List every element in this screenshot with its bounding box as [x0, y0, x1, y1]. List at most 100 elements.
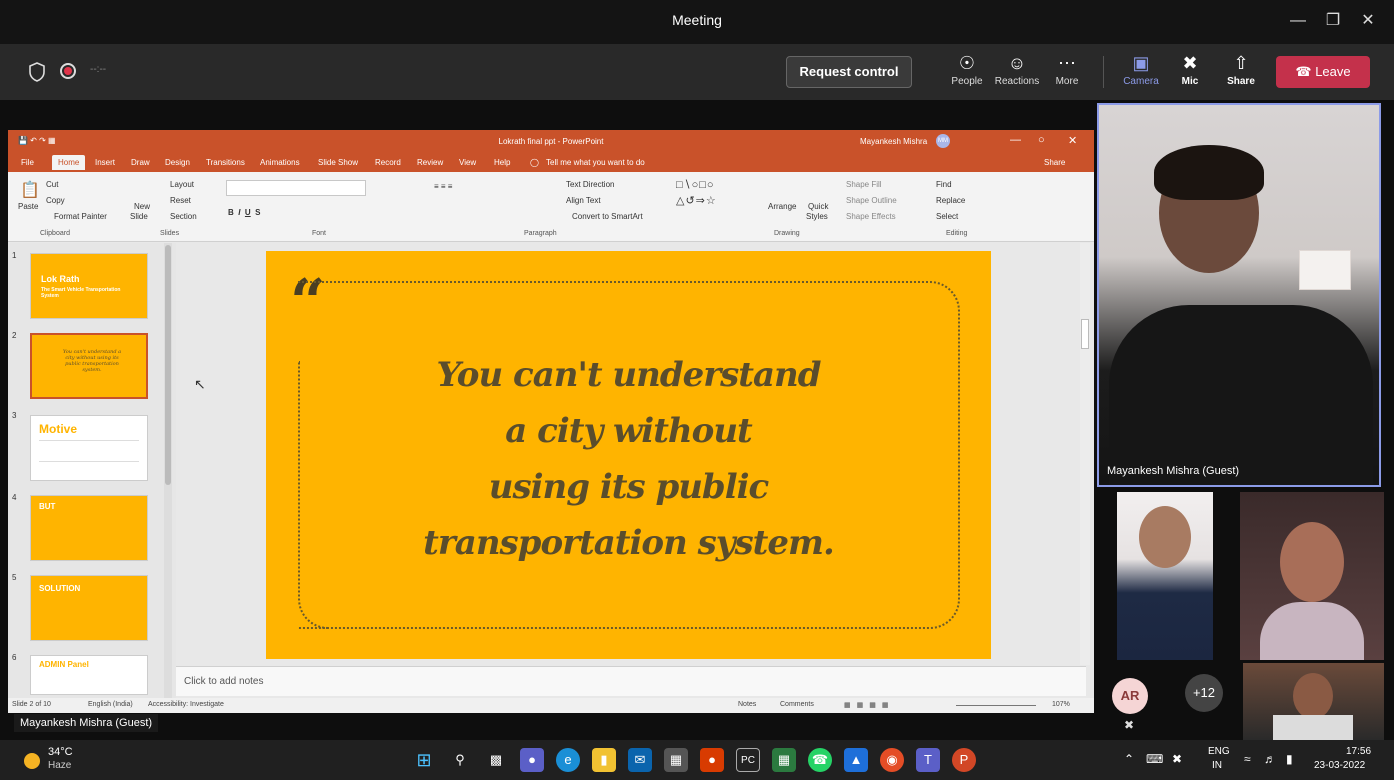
tab-animations[interactable]: Animations [260, 158, 300, 167]
font-name-select[interactable] [226, 180, 366, 196]
windows-start-icon[interactable]: ⊞ [412, 748, 436, 772]
battery-icon[interactable]: ▮ [1286, 752, 1293, 766]
tab-record[interactable]: Record [375, 158, 401, 167]
minimize-icon[interactable]: — [1283, 8, 1313, 34]
office-icon[interactable]: ● [700, 748, 724, 772]
comments-toggle[interactable]: Comments [780, 701, 814, 708]
ppt-close-icon[interactable]: ✕ [1068, 134, 1077, 147]
app-icon[interactable]: ▲ [844, 748, 868, 772]
tab-home[interactable]: Home [52, 155, 86, 170]
maximize-icon[interactable]: ❐ [1318, 8, 1348, 34]
slide-thumbnail-4[interactable]: BUT [30, 495, 148, 561]
share-button[interactable]: ⇧ Share [1216, 50, 1266, 87]
format-painter-button[interactable]: Format Painter [54, 212, 107, 221]
tab-file[interactable]: File [21, 158, 34, 167]
text-direction-button[interactable]: Text Direction [566, 180, 614, 189]
quick-styles-button-2[interactable]: Styles [806, 212, 828, 221]
keyboard-icon[interactable]: ⌨ [1146, 752, 1163, 766]
shape-fill-button[interactable]: Shape Fill [846, 180, 882, 189]
paste-button[interactable]: Paste [18, 202, 38, 211]
clock-date[interactable]: 23-03-2022 [1314, 760, 1365, 771]
tab-help[interactable]: Help [494, 158, 510, 167]
ppt-share-button[interactable]: Share [1044, 158, 1065, 167]
tab-insert[interactable]: Insert [95, 158, 115, 167]
powerpoint-icon[interactable]: P [952, 748, 976, 772]
language-2[interactable]: IN [1212, 760, 1222, 771]
store-icon[interactable]: ▦ [664, 748, 688, 772]
weather-temp[interactable]: 34°C [48, 746, 73, 758]
copy-button[interactable]: Copy [46, 196, 65, 205]
people-button[interactable]: ☉ People [942, 50, 992, 87]
task-view-icon[interactable]: ▩ [484, 748, 508, 772]
slide-thumbnail-2[interactable]: You can't understand a city without usin… [30, 333, 148, 399]
slide-thumbnail-3[interactable]: Motive [30, 415, 148, 481]
teams-icon[interactable]: T [916, 748, 940, 772]
language-1[interactable]: ENG [1208, 746, 1230, 757]
convert-smartart-button[interactable]: Convert to SmartArt [572, 212, 643, 221]
current-slide[interactable]: “ You can't understand a city without us… [266, 251, 991, 659]
section-button[interactable]: Section [170, 212, 197, 221]
search-icon[interactable]: ⚲ [448, 748, 472, 772]
ppt-restore-icon[interactable]: ○ [1038, 134, 1045, 146]
slide-thumbnail-1[interactable]: Lok Rath The Smart Vehicle Transportatio… [30, 253, 148, 319]
tab-design[interactable]: Design [165, 158, 190, 167]
select-button[interactable]: Select [936, 212, 958, 221]
bold-icon[interactable]: B I U S [228, 208, 260, 217]
mail-icon[interactable]: ✉ [628, 748, 652, 772]
tab-view[interactable]: View [459, 158, 476, 167]
volume-icon[interactable]: ♬ [1264, 752, 1276, 766]
view-buttons[interactable]: ▦▦▦▦ [844, 701, 894, 709]
replace-button[interactable]: Replace [936, 196, 965, 205]
wifi-icon[interactable]: ≈ [1244, 752, 1251, 766]
mic-button[interactable]: ✖ Mic [1165, 50, 1215, 87]
calculator-icon[interactable]: ▦ [772, 748, 796, 772]
new-slide-button-2[interactable]: Slide [130, 212, 148, 221]
language-status[interactable]: English (India) [88, 701, 133, 708]
arrange-button[interactable]: Arrange [768, 202, 796, 211]
more-participants-button[interactable]: +12 [1185, 674, 1223, 712]
shapes-gallery-2[interactable]: △↺⇒☆ [676, 194, 717, 207]
participant-video-3[interactable] [1240, 492, 1384, 660]
tab-draw[interactable]: Draw [131, 158, 150, 167]
whatsapp-icon[interactable]: ☎ [808, 748, 832, 772]
paragraph-icons[interactable]: ≡ ≡ ≡ [434, 182, 452, 191]
edge-icon[interactable]: e [556, 748, 580, 772]
chrome-icon[interactable]: ◉ [880, 748, 904, 772]
cut-button[interactable]: Cut [46, 180, 58, 189]
zoom-slider[interactable] [956, 705, 1036, 706]
chevron-up-icon[interactable]: ⌃ [1124, 752, 1134, 766]
find-button[interactable]: Find [936, 180, 952, 189]
align-text-button[interactable]: Align Text [566, 196, 601, 205]
slide-scrollbar[interactable] [1080, 243, 1090, 665]
shapes-gallery[interactable]: □∖○□○ [676, 178, 715, 191]
shape-outline-button[interactable]: Shape Outline [846, 196, 897, 205]
zoom-level[interactable]: 107% [1052, 701, 1070, 708]
clock-time[interactable]: 17:56 [1346, 746, 1371, 757]
weather-desc[interactable]: Haze [48, 760, 71, 771]
participant-video-4[interactable] [1243, 663, 1384, 740]
tab-slide-show[interactable]: Slide Show [318, 158, 358, 167]
slide-thumbnail-5[interactable]: SOLUTION [30, 575, 148, 641]
notes-pane[interactable]: Click to add notes [176, 666, 1086, 696]
tab-review[interactable]: Review [417, 158, 443, 167]
mic-muted-tray-icon[interactable]: ✖ [1172, 752, 1182, 766]
tell-me-search[interactable]: Tell me what you want to do [546, 158, 645, 167]
chat-icon[interactable]: ● [520, 748, 544, 772]
tab-transitions[interactable]: Transitions [206, 158, 245, 167]
layout-button[interactable]: Layout [170, 180, 194, 189]
participant-avatar[interactable]: AR [1112, 678, 1148, 714]
new-slide-button[interactable]: New [134, 202, 150, 211]
ppt-minimize-icon[interactable]: — [1010, 134, 1021, 146]
participant-video-main[interactable]: Mayankesh Mishra (Guest) [1097, 103, 1381, 487]
reactions-button[interactable]: ☺ Reactions [992, 50, 1042, 87]
camera-button[interactable]: ▣ Camera [1116, 50, 1166, 87]
request-control-button[interactable]: Request control [786, 56, 912, 88]
shape-effects-button[interactable]: Shape Effects [846, 212, 896, 221]
reset-button[interactable]: Reset [170, 196, 191, 205]
pycharm-icon[interactable]: PC [736, 748, 760, 772]
leave-button[interactable]: ☎ Leave [1276, 56, 1370, 88]
thumbs-scrollbar[interactable] [164, 243, 172, 698]
quick-styles-button[interactable]: Quick [808, 202, 828, 211]
notes-toggle[interactable]: Notes [738, 701, 756, 708]
more-button[interactable]: ⋯ More [1042, 50, 1092, 87]
